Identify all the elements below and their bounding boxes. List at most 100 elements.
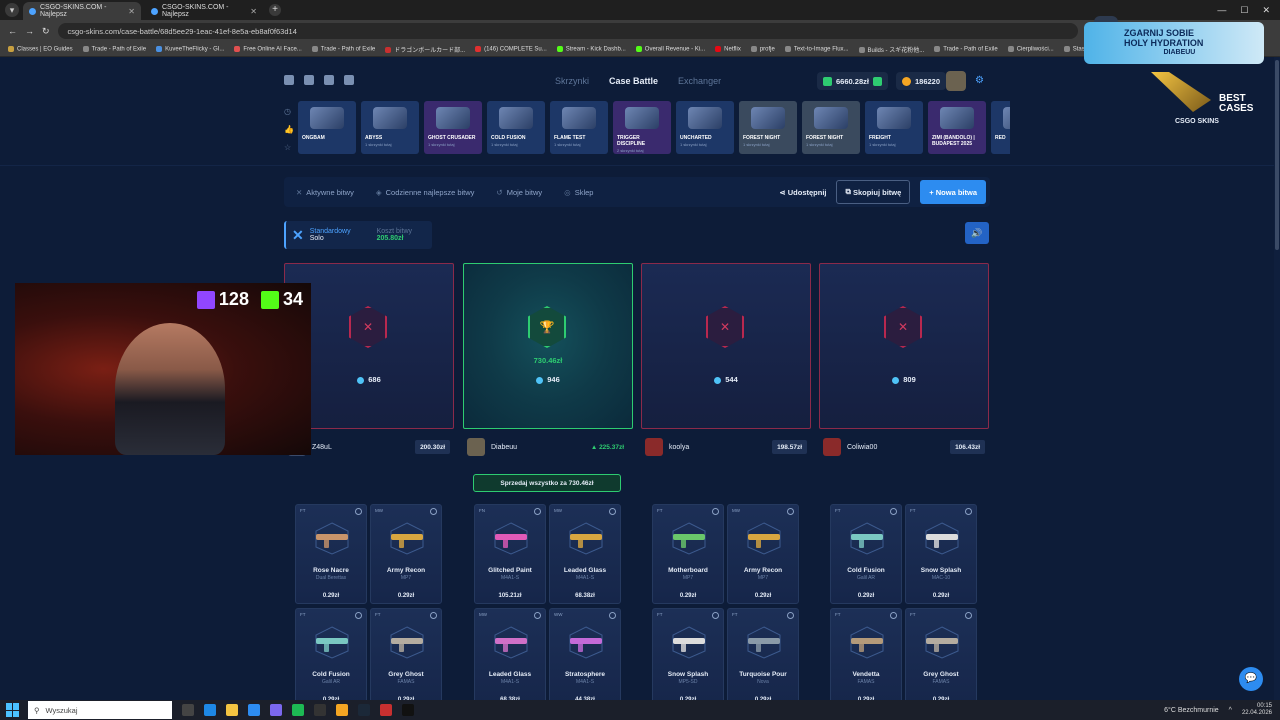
share-button[interactable]: ⋖ Udostępnij (779, 188, 826, 197)
info-icon[interactable] (787, 612, 794, 619)
nav-exchanger[interactable]: Exchanger (678, 76, 721, 86)
player-avatar[interactable] (645, 438, 663, 456)
active-battles-link[interactable]: ✕ Aktywne bitwy (296, 188, 354, 197)
item-card[interactable]: MW Army Recon MP7 0.29zł (727, 504, 799, 604)
coins-badge[interactable]: 186220 (896, 72, 947, 90)
item-card[interactable]: WWStratosphereM4A1-S44.38zł (549, 608, 621, 708)
taskbar-search[interactable]: ⚲ Wyszukaj (28, 701, 172, 719)
discord-app-icon[interactable] (270, 704, 282, 716)
info-icon[interactable] (890, 612, 897, 619)
case-card[interactable]: UNCHARTED 1 skrzynki tutaj (676, 101, 734, 154)
info-icon[interactable] (609, 508, 616, 515)
info-icon[interactable] (609, 612, 616, 619)
bookmark-item[interactable]: Overall Revenue - Ki... (635, 45, 705, 52)
my-battles-link[interactable]: ↺ Moje bitwy (496, 188, 542, 197)
nav-skrzynki[interactable]: Skrzynki (555, 76, 589, 86)
bookmark-item[interactable]: Text-to-Image Flux... (784, 45, 849, 52)
close-window-icon[interactable]: ✕ (1262, 5, 1270, 16)
tray-arrow-icon[interactable]: ^ (1229, 707, 1232, 714)
sell-all-button[interactable]: Sprzedaj wszystko za 730.46zł (473, 474, 621, 492)
case-card[interactable]: GHOST CRUSADER 1 skrzynki tutaj (424, 101, 482, 154)
info-icon[interactable] (430, 508, 437, 515)
explorer-icon[interactable] (226, 704, 238, 716)
item-card[interactable]: MW Army Recon MP7 0.29zł (370, 504, 442, 604)
bookmark-item[interactable]: Cierpliwości... (1007, 45, 1054, 52)
case-card[interactable]: ZIMI (BANDOLO) | BUDAPEST 2025 (928, 101, 986, 154)
chrome-icon[interactable] (336, 704, 348, 716)
browser-tab-2[interactable]: CSGO-SKINS.COM - Najlepsz ✕ (145, 2, 263, 20)
copy-battle-button[interactable]: ⧉ Skopiuj bitwę (836, 180, 911, 204)
item-card[interactable]: FTTurquoise PourNova0.29zł (727, 608, 799, 708)
bookmark-item[interactable]: KuveeTheFlicky - GI... (156, 45, 224, 52)
store-icon[interactable] (248, 704, 260, 716)
new-battle-button[interactable]: + Nowa bitwa (920, 180, 986, 204)
app-icon[interactable] (314, 704, 326, 716)
item-card[interactable]: FT Motherboard MP7 0.29zł (652, 504, 724, 604)
tab-menu-icon[interactable]: ▾ (5, 3, 19, 17)
info-icon[interactable] (787, 508, 794, 515)
bookmark-item[interactable]: profje (750, 45, 775, 52)
info-icon[interactable] (534, 508, 541, 515)
player-name[interactable]: Coliwia00 (847, 444, 877, 451)
player-avatar[interactable] (467, 438, 485, 456)
task-view-icon[interactable] (182, 704, 194, 716)
item-card[interactable]: FN Glitched Paint M4A1-S 105.21zł (474, 504, 546, 604)
spotify-icon[interactable] (292, 704, 304, 716)
instagram-icon[interactable] (324, 75, 334, 85)
info-icon[interactable] (712, 508, 719, 515)
item-card[interactable]: MWLeaded GlassM4A1-S68.38zł (549, 504, 621, 604)
nav-case-battle[interactable]: Case Battle (609, 76, 658, 86)
facebook-icon[interactable] (304, 75, 314, 85)
item-card[interactable]: MWLeaded GlassM4A1-S68.38zł (474, 608, 546, 708)
info-icon[interactable] (965, 508, 972, 515)
item-card[interactable]: FTVendettaFAMAS0.29zł (830, 608, 902, 708)
case-card[interactable]: FREIGHT 1 skrzynki tutaj (865, 101, 923, 154)
weather[interactable]: 6°C Bezchmurnie (1164, 707, 1219, 714)
bookmark-item[interactable]: Builds - スギ花粉他... (858, 45, 924, 54)
bookmark-item[interactable]: Stream - Kick Dashb... (556, 45, 626, 52)
new-tab-button[interactable]: + (269, 4, 281, 16)
app-icon[interactable] (402, 704, 414, 716)
maximize-icon[interactable]: ☐ (1240, 5, 1248, 16)
shop-link[interactable]: ◎ Sklep (564, 188, 593, 197)
minimize-icon[interactable]: — (1217, 5, 1226, 16)
forward-icon[interactable]: → (25, 26, 34, 36)
info-icon[interactable] (965, 612, 972, 619)
player-name[interactable]: Z48uL (312, 444, 332, 451)
thumb-icon[interactable]: 👍 (284, 125, 294, 134)
item-card[interactable]: FT Snow Splash MAC-10 0.29zł (905, 504, 977, 604)
steam-icon[interactable] (358, 704, 370, 716)
obs-icon[interactable] (380, 704, 392, 716)
case-card[interactable]: FOREST NIGHT 1 skrzynki tutaj (802, 101, 860, 154)
user-avatar[interactable] (946, 71, 966, 91)
case-card[interactable]: RED (991, 101, 1010, 154)
bookmark-item[interactable]: Trade - Path of Exile (82, 45, 146, 52)
bookmark-item[interactable]: Trade - Path of Exile (934, 45, 998, 52)
case-card[interactable]: COLD FUSION 1 skrzynki tutaj (487, 101, 545, 154)
item-card[interactable]: FTSnow SplashMP5-SD0.29zł (652, 608, 724, 708)
player-name[interactable]: koolya (669, 444, 689, 451)
item-card[interactable]: FTCold FusionGalil AR0.29zł (295, 608, 367, 708)
bookmark-item[interactable]: ドラゴンボールカード部... (385, 45, 465, 54)
daily-battles-link[interactable]: ◈ Codzienne najlepsze bitwy (376, 188, 475, 197)
bookmark-item[interactable]: (146) COMPLETE Su... (475, 45, 547, 52)
info-icon[interactable] (712, 612, 719, 619)
clock[interactable]: 00:15 22.04.2026 (1242, 703, 1272, 717)
player-avatar[interactable] (823, 438, 841, 456)
browser-tab-1[interactable]: CSGO-SKINS.COM - Najlepsz ✕ (23, 2, 141, 20)
reload-icon[interactable]: ↻ (42, 26, 50, 37)
discord-icon[interactable] (284, 75, 294, 85)
bookmark-item[interactable]: Trade - Path of Exile (311, 45, 375, 52)
item-card[interactable]: FT Rose Nacre Dual Berettas 0.29zł (295, 504, 367, 604)
info-icon[interactable] (534, 612, 541, 619)
item-card[interactable]: FTCold FusionGalil AR0.29zł (830, 504, 902, 604)
info-icon[interactable] (890, 508, 897, 515)
close-tab-icon[interactable]: ✕ (128, 7, 135, 16)
case-card[interactable]: TRIGGER DISCIPLINE 2 skrzynki tutaj (613, 101, 671, 154)
info-icon[interactable] (355, 612, 362, 619)
bookmark-item[interactable]: Classes | EO Guides (8, 45, 73, 52)
chat-button[interactable]: 💬 (1239, 667, 1263, 691)
star-icon[interactable]: ☆ (284, 143, 294, 152)
info-icon[interactable] (355, 508, 362, 515)
item-card[interactable]: FTGrey GhostFAMAS0.29zł (370, 608, 442, 708)
